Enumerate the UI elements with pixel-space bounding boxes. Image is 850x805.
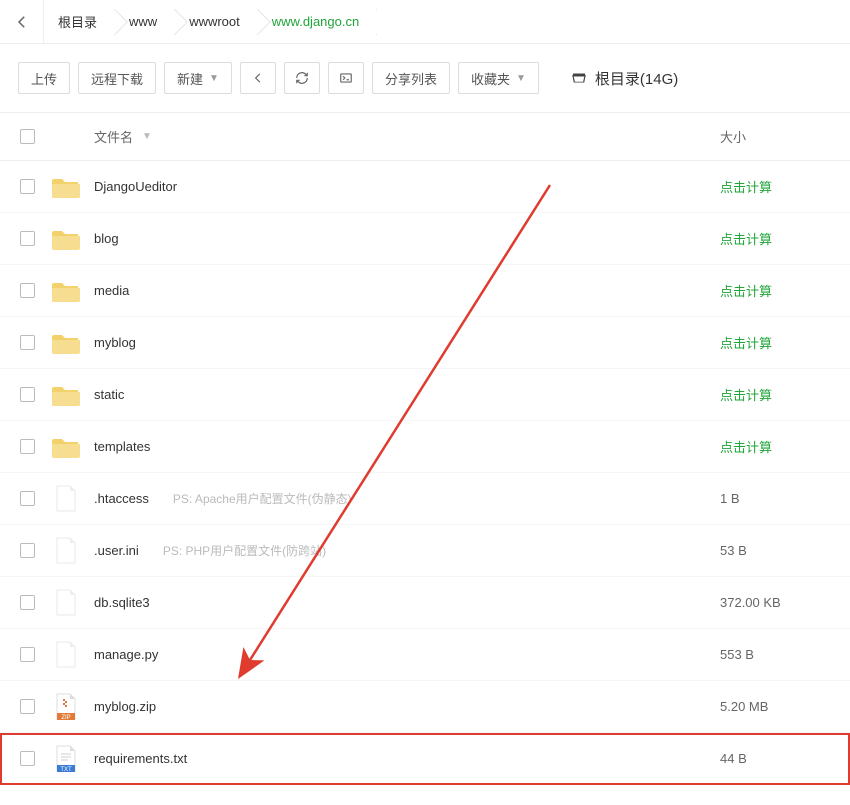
compute-size-link[interactable]: 点击计算: [720, 388, 772, 403]
file-size: 1 B: [720, 491, 740, 506]
share-label: 分享列表: [385, 69, 437, 88]
upload-button[interactable]: 上传: [18, 62, 70, 94]
file-hint: PS: PHP用户配置文件(防跨站): [163, 542, 326, 559]
file-icon: [52, 590, 80, 616]
row-checkbox[interactable]: [20, 231, 35, 246]
col-size-label: 大小: [720, 130, 746, 145]
file-name[interactable]: static: [94, 387, 124, 402]
root-text: 根目录(14G): [595, 68, 678, 89]
file-name[interactable]: db.sqlite3: [94, 595, 150, 610]
row-checkbox[interactable]: [20, 387, 35, 402]
table-row[interactable]: templates 点击计算: [0, 421, 850, 473]
table-header: 文件名 ▼ 大小: [0, 113, 850, 161]
column-header-size[interactable]: 大小: [720, 127, 830, 146]
file-icon: [52, 538, 80, 564]
file-size: 53 B: [720, 543, 747, 558]
new-button[interactable]: 新建 ▼: [164, 62, 232, 94]
folder-icon: [52, 278, 80, 304]
terminal-button[interactable]: [328, 62, 364, 94]
file-name[interactable]: templates: [94, 439, 150, 454]
table-row[interactable]: manage.py 553 B: [0, 629, 850, 681]
file-name[interactable]: manage.py: [94, 647, 158, 662]
file-name[interactable]: blog: [94, 231, 119, 246]
root-label: 根目录(14G): [569, 68, 678, 89]
row-checkbox[interactable]: [20, 647, 35, 662]
table-row[interactable]: blog 点击计算: [0, 213, 850, 265]
nav-back-button[interactable]: [240, 62, 276, 94]
breadcrumb-item[interactable]: 根目录: [44, 0, 115, 43]
compute-size-link[interactable]: 点击计算: [720, 232, 772, 247]
table-row[interactable]: TXT requirements.txt 44 B: [0, 733, 850, 785]
table-row[interactable]: .user.ini PS: PHP用户配置文件(防跨站) 53 B: [0, 525, 850, 577]
file-size: 5.20 MB: [720, 699, 768, 714]
table-row[interactable]: DjangoUeditor 点击计算: [0, 161, 850, 213]
row-checkbox[interactable]: [20, 595, 35, 610]
new-label: 新建: [177, 69, 203, 88]
file-icon: [52, 642, 80, 668]
file-name[interactable]: .user.ini: [94, 543, 139, 558]
table-row[interactable]: ZIP myblog.zip 5.20 MB: [0, 681, 850, 733]
share-list-button[interactable]: 分享列表: [372, 62, 450, 94]
remote-download-button[interactable]: 远程下载: [78, 62, 156, 94]
compute-size-link[interactable]: 点击计算: [720, 440, 772, 455]
remote-label: 远程下载: [91, 69, 143, 88]
compute-size-link[interactable]: 点击计算: [720, 336, 772, 351]
file-name[interactable]: DjangoUeditor: [94, 179, 177, 194]
table-row[interactable]: db.sqlite3 372.00 KB: [0, 577, 850, 629]
row-checkbox[interactable]: [20, 491, 35, 506]
file-name[interactable]: myblog: [94, 335, 136, 350]
row-checkbox[interactable]: [20, 699, 35, 714]
folder-icon: [52, 174, 80, 200]
table-row[interactable]: static 点击计算: [0, 369, 850, 421]
breadcrumb-item[interactable]: www: [115, 0, 175, 43]
row-checkbox[interactable]: [20, 179, 35, 194]
folder-icon: [52, 382, 80, 408]
refresh-button[interactable]: [284, 62, 320, 94]
txt-icon: TXT: [52, 746, 80, 772]
upload-label: 上传: [31, 69, 57, 88]
caret-down-icon: ▼: [516, 73, 526, 84]
file-name[interactable]: media: [94, 283, 129, 298]
row-checkbox[interactable]: [20, 335, 35, 350]
table-row[interactable]: myblog 点击计算: [0, 317, 850, 369]
svg-text:TXT: TXT: [60, 767, 72, 773]
file-name[interactable]: requirements.txt: [94, 751, 187, 766]
favorites-button[interactable]: 收藏夹 ▼: [458, 62, 539, 94]
compute-size-link[interactable]: 点击计算: [720, 180, 772, 195]
toolbar: 上传 远程下载 新建 ▼ 分享列表 收藏夹 ▼ 根目录(14G): [0, 44, 850, 113]
row-checkbox[interactable]: [20, 543, 35, 558]
folder-icon: [52, 226, 80, 252]
row-checkbox[interactable]: [20, 439, 35, 454]
file-hint: PS: Apache用户配置文件(伪静态): [173, 490, 352, 507]
col-name-label: 文件名: [94, 127, 133, 146]
file-name[interactable]: myblog.zip: [94, 699, 156, 714]
table-row[interactable]: media 点击计算: [0, 265, 850, 317]
fav-label: 收藏夹: [471, 69, 510, 88]
compute-size-link[interactable]: 点击计算: [720, 284, 772, 299]
breadcrumb: 根目录wwwwwwrootwww.django.cn: [0, 0, 850, 44]
folder-icon: [52, 434, 80, 460]
file-table: 文件名 ▼ 大小 DjangoUeditor 点击计算 blog 点击计算 media 点…: [0, 113, 850, 785]
caret-down-icon: ▼: [209, 73, 219, 84]
sort-caret-icon: ▼: [142, 131, 152, 142]
svg-text:ZIP: ZIP: [61, 715, 70, 721]
file-icon: [52, 486, 80, 512]
select-all-checkbox[interactable]: [20, 129, 35, 144]
breadcrumb-item[interactable]: wwwroot: [175, 0, 258, 43]
file-name[interactable]: .htaccess: [94, 491, 149, 506]
breadcrumb-item[interactable]: www.django.cn: [258, 0, 377, 43]
back-button[interactable]: [0, 0, 44, 43]
folder-icon: [52, 330, 80, 356]
table-row[interactable]: .htaccess PS: Apache用户配置文件(伪静态) 1 B: [0, 473, 850, 525]
row-checkbox[interactable]: [20, 283, 35, 298]
file-size: 553 B: [720, 647, 754, 662]
column-header-name[interactable]: 文件名 ▼: [94, 127, 720, 146]
file-size: 44 B: [720, 751, 747, 766]
file-size: 372.00 KB: [720, 595, 781, 610]
disk-icon: [569, 69, 589, 87]
row-checkbox[interactable]: [20, 751, 35, 766]
zip-icon: ZIP: [52, 694, 80, 720]
